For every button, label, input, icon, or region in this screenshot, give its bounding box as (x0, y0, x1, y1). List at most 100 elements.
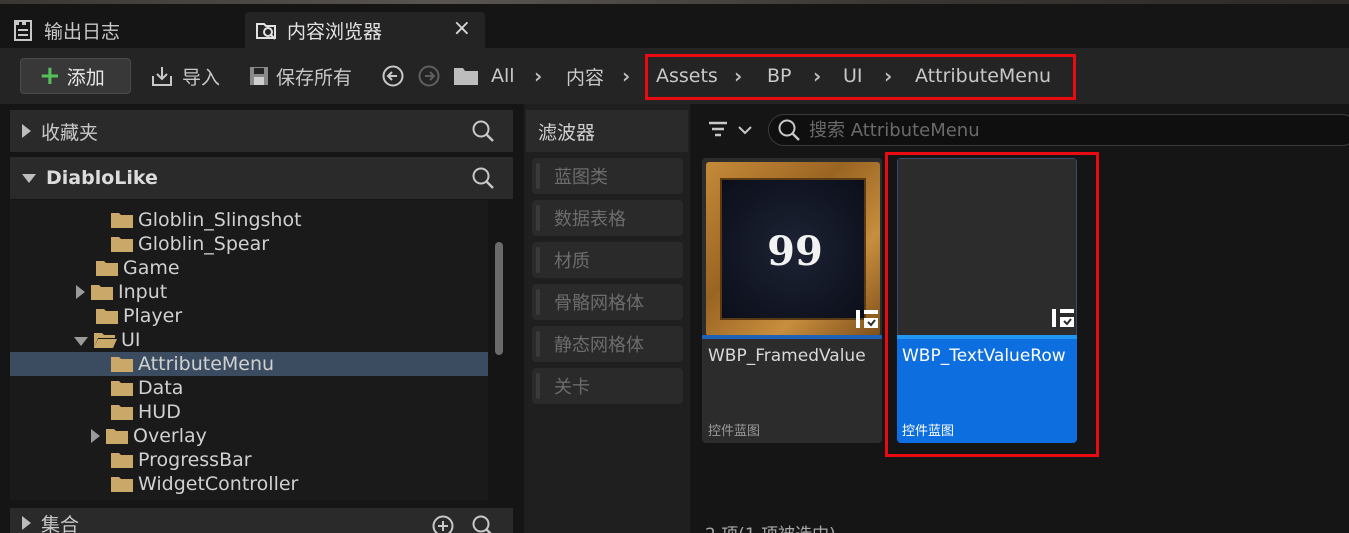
tree-item-label: Data (138, 377, 184, 399)
tree-item[interactable]: WidgetController (10, 472, 488, 496)
forward-arrow-icon[interactable] (418, 65, 440, 87)
breadcrumb-highlight-box (645, 54, 1076, 100)
back-arrow-icon[interactable] (382, 65, 404, 87)
asset-search-box[interactable] (768, 114, 1349, 146)
search-icon[interactable] (471, 514, 495, 533)
import-icon (152, 67, 172, 86)
content-browser-icon (256, 23, 276, 40)
filter-color-bar (536, 373, 540, 399)
tree-item-label: Overlay (133, 425, 207, 447)
tree-item-label: WidgetController (138, 473, 299, 495)
tree-item[interactable]: ProgressBar (10, 448, 488, 472)
filter-color-bar (536, 163, 540, 189)
folder-icon (111, 453, 133, 468)
filter-item-label: 骨骼网格体 (554, 293, 644, 314)
asset-search-input[interactable] (809, 119, 1309, 141)
tree-item[interactable]: HUD (10, 400, 488, 424)
tab-content-browser-label: 内容浏览器 (287, 20, 383, 43)
search-icon[interactable] (471, 119, 495, 143)
filter-item-label: 关卡 (554, 377, 590, 398)
filter-item[interactable]: 骨骼网格体 (532, 284, 683, 320)
tree-item-label: HUD (138, 401, 181, 423)
tree-item-label: Globlin_Spear (138, 233, 270, 255)
filter-color-bar (536, 331, 540, 357)
tree-item-label: Input (118, 281, 168, 303)
tree-item[interactable]: Overlay (10, 424, 488, 448)
preview-value: 99 (767, 227, 823, 275)
folder-icon (96, 261, 118, 276)
save-all-button-label: 保存所有 (276, 66, 353, 89)
tree-item[interactable]: Player (10, 304, 488, 328)
folder-icon (111, 381, 133, 396)
expand-arrow-icon[interactable] (22, 516, 31, 530)
favorites-label: 收藏夹 (41, 121, 99, 144)
search-icon (778, 119, 800, 141)
filter-dropdown-icon[interactable] (707, 119, 755, 141)
filter-item[interactable]: 关卡 (532, 368, 683, 404)
add-collection-icon[interactable] (431, 514, 455, 533)
filter-item-label: 蓝图类 (554, 167, 608, 188)
search-icon[interactable] (471, 166, 495, 190)
filter-title: 滤波器 (526, 110, 688, 152)
collapse-arrow-icon[interactable] (22, 173, 36, 183)
expand-arrow-icon[interactable] (91, 429, 100, 443)
filter-item[interactable]: 静态网格体 (532, 326, 683, 362)
filter-color-bar (536, 289, 540, 315)
filter-color-bar (536, 247, 540, 273)
folder-icon (111, 477, 133, 492)
tree-item[interactable]: Data (10, 376, 488, 400)
tree-item[interactable]: Input (10, 280, 488, 304)
breadcrumb-separator[interactable]: › (622, 58, 630, 94)
tree-item-label: Player (123, 305, 183, 327)
collections-header[interactable]: 集合 (10, 508, 513, 533)
save-all-button[interactable]: 保存所有 (248, 58, 352, 94)
breadcrumb-all[interactable]: All (491, 58, 515, 94)
favorites-header[interactable]: 收藏夹 (10, 110, 513, 152)
filter-item[interactable]: 蓝图类 (532, 158, 683, 194)
tab-output-log-label: 输出日志 (44, 20, 121, 43)
import-button[interactable]: 导入 (150, 58, 220, 94)
folder-icon (106, 429, 128, 444)
asset-name: WBP_FramedValue (708, 346, 866, 366)
folder-icon (111, 237, 133, 252)
window-decoration (0, 0, 1349, 4)
folder-icon (96, 309, 118, 324)
filter-item[interactable]: 材质 (532, 242, 683, 278)
asset-type: 控件蓝图 (708, 424, 761, 439)
save-icon (250, 67, 268, 85)
status-text: 2 项(1 项被选中) (705, 520, 836, 533)
folder-icon[interactable] (453, 66, 479, 86)
close-icon[interactable]: × (453, 18, 471, 40)
folder-tree: Globlin_Slingshot Globlin_Spear Game Input P… (10, 200, 488, 500)
tab-content-browser[interactable]: 内容浏览器 × (245, 12, 485, 48)
tree-item[interactable]: UI (10, 328, 488, 352)
filter-item[interactable]: 数据表格 (532, 200, 683, 236)
folder-icon (111, 357, 133, 372)
asset-highlight-box (885, 152, 1099, 457)
tree-scrollbar[interactable] (495, 242, 503, 355)
filter-item-label: 数据表格 (554, 209, 626, 230)
plus-icon: + (39, 61, 61, 91)
tab-output-log[interactable]: 输出日志 (0, 12, 240, 48)
breadcrumb-separator[interactable]: › (534, 58, 542, 94)
tree-item-label: AttributeMenu (138, 353, 275, 375)
collections-label: 集合 (41, 513, 80, 533)
folder-icon (111, 405, 133, 420)
asset-tile[interactable]: 99 WBP_FramedValue 控件蓝图 (702, 158, 882, 443)
add-button[interactable]: + 添加 (20, 58, 131, 94)
expand-arrow-icon[interactable] (76, 285, 85, 299)
collapse-arrow-icon[interactable] (74, 337, 88, 346)
folder-open-icon (94, 333, 117, 348)
filter-item-label: 材质 (554, 251, 590, 272)
log-icon (14, 20, 32, 41)
tree-item[interactable]: AttributeMenu (10, 352, 488, 376)
add-button-label: 添加 (66, 66, 105, 89)
expand-arrow-icon[interactable] (22, 124, 31, 138)
project-header[interactable]: DiabloLike (10, 157, 513, 199)
tree-item[interactable]: Globlin_Slingshot (10, 208, 488, 232)
tree-item[interactable]: Globlin_Spear (10, 232, 488, 256)
tree-item-label: Game (123, 257, 180, 279)
tree-item[interactable]: Game (10, 256, 488, 280)
folder-icon (111, 213, 133, 228)
breadcrumb-content[interactable]: 内容 (566, 58, 604, 94)
